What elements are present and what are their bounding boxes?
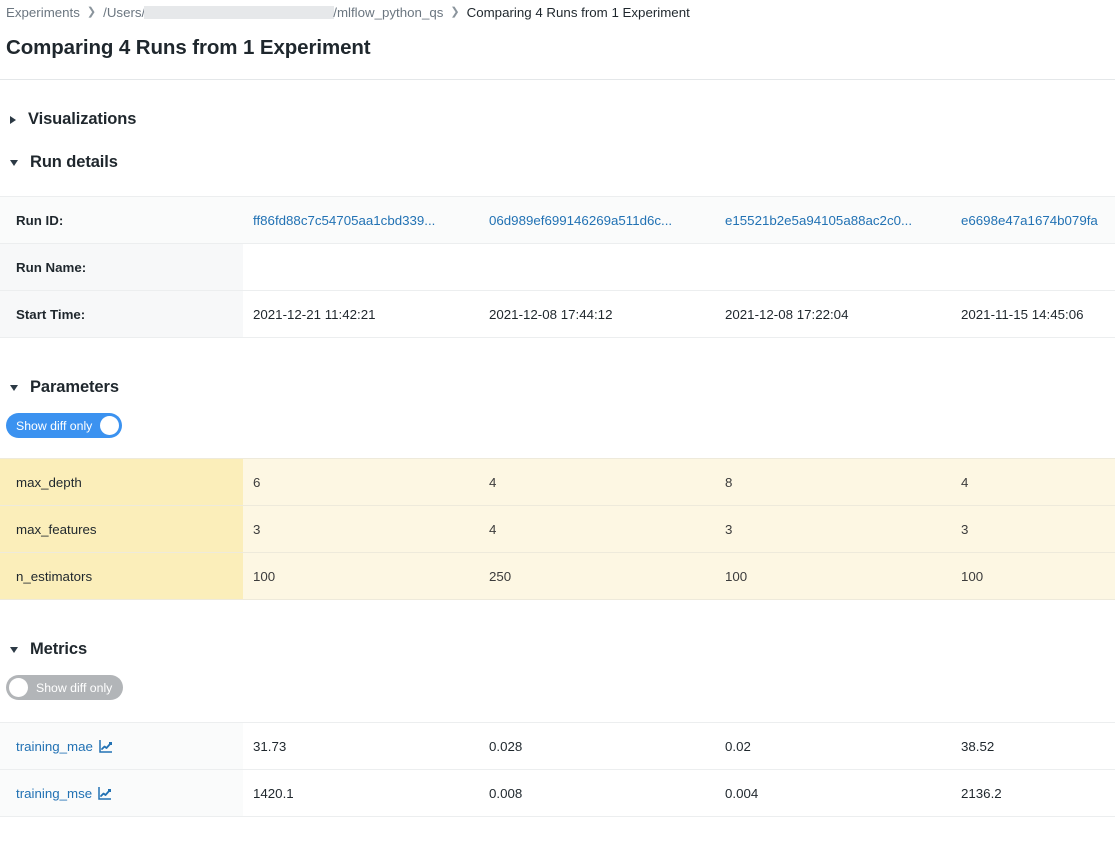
metric-value: 2136.2 — [951, 770, 1115, 817]
metric-value: 31.73 — [243, 723, 479, 770]
run-id-link[interactable]: 06d989ef699146269a511d6c... — [489, 213, 672, 228]
section-run-details: Run details — [0, 153, 1115, 172]
param-value: 4 — [479, 459, 715, 506]
metric-name: training_mae — [16, 739, 93, 754]
parameters-toggle-wrap: Show diff only — [0, 413, 1115, 438]
metric-value: 1420.1 — [243, 770, 479, 817]
breadcrumb-item-experiments[interactable]: Experiments — [6, 5, 80, 20]
table-row: n_estimators 100 250 100 100 — [0, 553, 1115, 600]
breadcrumb-separator-icon: ❯ — [87, 5, 96, 18]
table-row: max_depth 6 4 8 4 — [0, 459, 1115, 506]
metric-value: 38.52 — [951, 723, 1115, 770]
metrics-table: training_mae 31.73 0.028 0.02 38.52 — [0, 722, 1115, 817]
metric-name: training_mse — [16, 786, 92, 801]
param-value: 100 — [951, 553, 1115, 600]
breadcrumb-redacted-block — [144, 6, 334, 19]
param-name: n_estimators — [0, 553, 243, 600]
chevron-right-icon — [10, 116, 16, 124]
param-value: 6 — [243, 459, 479, 506]
start-time-cell: 2021-12-08 17:22:04 — [715, 291, 951, 338]
section-visualizations: Visualizations — [0, 110, 1115, 129]
breadcrumb-item-path-prefix[interactable]: /Users/ — [103, 5, 145, 20]
run-id-cell: 06d989ef699146269a511d6c... — [479, 197, 715, 244]
param-value: 8 — [715, 459, 951, 506]
toggle-knob — [100, 416, 119, 435]
visualizations-section-toggle[interactable]: Visualizations — [6, 110, 1115, 129]
breadcrumb-item-current: Comparing 4 Runs from 1 Experiment — [467, 5, 690, 20]
run-name-cell — [243, 244, 479, 291]
toggle-knob — [9, 678, 28, 697]
table-row: training_mae 31.73 0.028 0.02 38.52 — [0, 723, 1115, 770]
chevron-down-icon — [10, 160, 18, 166]
run-details-section-toggle[interactable]: Run details — [6, 153, 1115, 172]
table-row: training_mse 1420.1 0.008 0.004 2136.2 — [0, 770, 1115, 817]
section-metrics: Metrics — [0, 640, 1115, 659]
run-details-title: Run details — [30, 153, 118, 172]
parameters-section-toggle[interactable]: Parameters — [6, 378, 1115, 397]
metric-link[interactable]: training_mae — [16, 739, 113, 754]
section-parameters: Parameters — [0, 378, 1115, 397]
param-value: 100 — [243, 553, 479, 600]
row-label: Start Time: — [0, 291, 243, 338]
table-row: Run ID: ff86fd88c7c54705aa1cbd339... 06d… — [0, 197, 1115, 244]
page-title: Comparing 4 Runs from 1 Experiment — [0, 22, 1115, 60]
line-chart-icon[interactable] — [99, 739, 113, 753]
metric-value: 0.008 — [479, 770, 715, 817]
start-time-cell: 2021-12-08 17:44:12 — [479, 291, 715, 338]
breadcrumb: Experiments ❯ /Users/ /mlflow_python_qs ❯… — [0, 0, 1115, 22]
param-name: max_depth — [0, 459, 243, 506]
metric-name-cell: training_mse — [0, 770, 243, 817]
row-label: Run ID: — [0, 197, 243, 244]
run-id-link[interactable]: e6698e47a1674b079fa — [961, 213, 1098, 228]
param-value: 3 — [715, 506, 951, 553]
metrics-section-toggle[interactable]: Metrics — [6, 640, 1115, 659]
chevron-down-icon — [10, 647, 18, 653]
metric-value: 0.028 — [479, 723, 715, 770]
param-value: 4 — [951, 459, 1115, 506]
run-id-link[interactable]: e15521b2e5a94105a88ac2c0... — [725, 213, 912, 228]
metrics-title: Metrics — [30, 640, 87, 659]
parameters-table: max_depth 6 4 8 4 max_features 3 4 3 3 n… — [0, 458, 1115, 600]
run-name-cell — [951, 244, 1115, 291]
metric-link[interactable]: training_mse — [16, 786, 112, 801]
chevron-down-icon — [10, 385, 18, 391]
parameters-title: Parameters — [30, 378, 119, 397]
line-chart-icon[interactable] — [98, 786, 112, 800]
metric-value: 0.004 — [715, 770, 951, 817]
metrics-show-diff-only-label: Show diff only — [36, 681, 112, 695]
param-value: 100 — [715, 553, 951, 600]
metrics-toggle-wrap: Show diff only — [0, 675, 1115, 702]
param-value: 3 — [243, 506, 479, 553]
start-time-cell: 2021-12-21 11:42:21 — [243, 291, 479, 338]
metric-name-cell: training_mae — [0, 723, 243, 770]
start-time-cell: 2021-11-15 14:45:06 — [951, 291, 1115, 338]
run-details-table: Run ID: ff86fd88c7c54705aa1cbd339... 06d… — [0, 196, 1115, 338]
row-label: Run Name: — [0, 244, 243, 291]
run-id-cell: e15521b2e5a94105a88ac2c0... — [715, 197, 951, 244]
run-name-cell — [479, 244, 715, 291]
run-id-cell: e6698e47a1674b079fa — [951, 197, 1115, 244]
table-row: Run Name: — [0, 244, 1115, 291]
param-name: max_features — [0, 506, 243, 553]
run-id-link[interactable]: ff86fd88c7c54705aa1cbd339... — [253, 213, 435, 228]
param-value: 250 — [479, 553, 715, 600]
breadcrumb-item-path-suffix[interactable]: /mlflow_python_qs — [333, 5, 443, 20]
run-id-cell: ff86fd88c7c54705aa1cbd339... — [243, 197, 479, 244]
table-row: Start Time: 2021-12-21 11:42:21 2021-12-… — [0, 291, 1115, 338]
table-row: max_features 3 4 3 3 — [0, 506, 1115, 553]
param-value: 4 — [479, 506, 715, 553]
visualizations-title: Visualizations — [28, 110, 136, 129]
metric-value: 0.02 — [715, 723, 951, 770]
run-name-cell — [715, 244, 951, 291]
param-value: 3 — [951, 506, 1115, 553]
metrics-show-diff-only-toggle[interactable]: Show diff only — [6, 675, 123, 700]
parameters-show-diff-only-toggle[interactable]: Show diff only — [6, 413, 122, 438]
parameters-show-diff-only-label: Show diff only — [16, 419, 92, 433]
breadcrumb-separator-icon-2: ❯ — [450, 5, 459, 18]
